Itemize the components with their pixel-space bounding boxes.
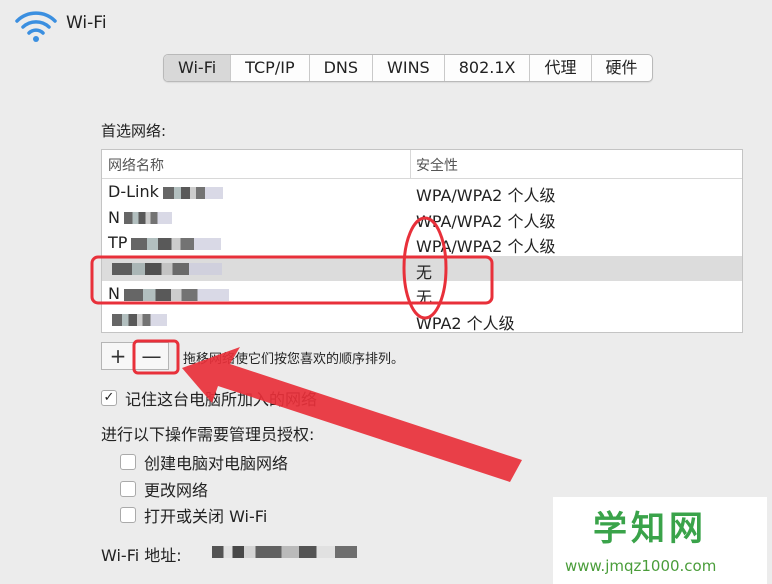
tab-hardware[interactable]: 硬件 [592, 55, 652, 81]
column-header-security[interactable]: 安全性 [416, 155, 458, 175]
network-security: WPA2 个人级 [416, 313, 515, 333]
column-divider [410, 150, 411, 178]
remember-networks-option[interactable]: ✓ 记住这台电脑所加入的网络 [101, 386, 317, 410]
remember-networks-label: 记住这台电脑所加入的网络 [125, 390, 318, 409]
preferred-networks-table[interactable]: 网络名称 安全性 D-Link WPA/WPA2 个人级 N WPA/WPA2 … [101, 149, 743, 333]
tab-tcpip[interactable]: TCP/IP [231, 55, 310, 81]
network-name [108, 310, 167, 329]
admin-option-create-network[interactable]: 创建电脑对电脑网络 [120, 450, 288, 474]
admin-option-change-networks[interactable]: 更改网络 [120, 477, 208, 501]
watermark-name: 学知网 [593, 509, 707, 549]
tab-proxy[interactable]: 代理 [530, 55, 592, 81]
create-network-label: 创建电脑对电脑网络 [144, 454, 289, 473]
change-networks-checkbox[interactable] [120, 481, 136, 497]
add-network-button[interactable]: + [101, 342, 135, 370]
column-header-name[interactable]: 网络名称 [108, 155, 164, 175]
wifi-address-label: Wi-Fi 地址: [101, 546, 182, 565]
table-row[interactable]: N WPA/WPA2 个人级 [102, 205, 742, 231]
table-row[interactable]: WPA2 个人级 [102, 307, 742, 333]
network-security: 无 [416, 262, 433, 282]
network-security: WPA/WPA2 个人级 [416, 237, 556, 256]
tab-wins[interactable]: WINS [373, 55, 445, 81]
title-bar: Wi-Fi [0, 0, 772, 50]
tab-wifi[interactable]: Wi-Fi [164, 55, 232, 81]
network-security: 无 [416, 288, 433, 307]
network-name [108, 259, 222, 278]
toggle-wifi-label: 打开或关闭 Wi-Fi [144, 507, 268, 526]
watermark-url: www.jmqz1000.com [565, 557, 717, 575]
network-name: TP [108, 233, 222, 252]
window-title: Wi-Fi [66, 13, 107, 33]
watermark: 学知网 www.jmqz1000.com [553, 497, 767, 584]
network-security: WPA/WPA2 个人级 [416, 186, 556, 205]
admin-option-toggle-wifi[interactable]: 打开或关闭 Wi-Fi [120, 503, 267, 527]
network-name: N [108, 208, 172, 227]
create-network-checkbox[interactable] [120, 454, 136, 470]
table-row[interactable]: D-Link WPA/WPA2 个人级 [102, 179, 742, 205]
reorder-hint: 拖移网络使它们按您喜欢的顺序排列。 [183, 352, 405, 367]
toggle-wifi-checkbox[interactable] [120, 507, 136, 523]
admin-auth-label: 进行以下操作需要管理员授权: [101, 425, 315, 444]
network-security: WPA/WPA2 个人级 [416, 211, 556, 231]
remember-networks-checkbox[interactable]: ✓ [101, 390, 117, 406]
wifi-icon [15, 11, 57, 42]
preferred-networks-label: 首选网络: [101, 122, 167, 140]
table-row[interactable]: TP WPA/WPA2 个人级 [102, 230, 742, 256]
table-row[interactable]: N 无 [102, 281, 742, 307]
table-header: 网络名称 安全性 [102, 150, 742, 179]
network-name: N [108, 284, 229, 303]
tab-dns[interactable]: DNS [310, 55, 374, 81]
table-row[interactable]: 无 [102, 255, 742, 282]
add-remove-buttons: + — [101, 342, 169, 370]
network-name: D-Link [108, 182, 223, 201]
tab-8021x[interactable]: 802.1X [445, 55, 531, 81]
remove-network-button[interactable]: — [135, 342, 169, 370]
wifi-address-value [212, 546, 357, 558]
tab-bar: Wi-Fi TCP/IP DNS WINS 802.1X 代理 硬件 [163, 54, 653, 82]
change-networks-label: 更改网络 [144, 481, 209, 500]
